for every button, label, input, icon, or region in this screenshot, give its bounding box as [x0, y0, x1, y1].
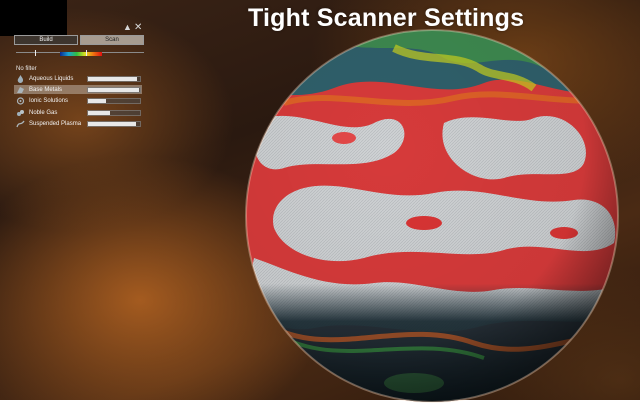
resource-row[interactable]: Ionic Solutions — [14, 96, 142, 105]
portrait-placeholder — [0, 0, 67, 36]
resource-scan-slider[interactable] — [87, 109, 141, 116]
resource-scan-slider-fill — [88, 98, 107, 103]
scan-range-max-handle[interactable] — [86, 50, 88, 56]
planet-scan-view[interactable] — [244, 28, 620, 404]
filter-label[interactable]: No filter — [16, 66, 37, 72]
plasma-icon — [16, 120, 25, 128]
resource-scan-slider-fill — [88, 110, 110, 115]
resource-scan-slider-fill — [88, 76, 138, 81]
resource-row[interactable]: Base Metals — [14, 85, 142, 94]
resource-scan-slider-fill — [88, 121, 136, 126]
resource-scan-slider[interactable] — [87, 120, 141, 127]
resource-label: Base Metals — [29, 86, 63, 93]
resource-label: Aqueous Liquids — [29, 75, 74, 82]
panel-close-icon[interactable]: ✕ — [134, 22, 142, 33]
gas-icon — [16, 109, 25, 117]
resource-row[interactable]: Noble Gas — [14, 108, 142, 117]
liquid-icon — [16, 74, 25, 83]
resource-label: Suspended Plasma — [29, 120, 82, 127]
resource-label: Noble Gas — [29, 109, 58, 116]
resource-scan-slider[interactable] — [87, 97, 141, 104]
ionic-icon — [16, 96, 25, 105]
mode-tabs: Build Scan — [14, 35, 144, 45]
resource-scan-slider[interactable] — [87, 75, 141, 82]
resource-scan-slider[interactable] — [87, 86, 141, 93]
resource-row[interactable]: Aqueous Liquids — [14, 74, 142, 83]
tab-build[interactable]: Build — [14, 35, 78, 45]
scan-range-gradient[interactable] — [60, 52, 102, 56]
tab-scan[interactable]: Scan — [80, 35, 144, 45]
resource-row[interactable]: Suspended Plasma — [14, 119, 142, 128]
scan-range-min-handle[interactable] — [35, 50, 37, 56]
resource-label: Ionic Solutions — [29, 97, 69, 104]
panel-lock-icon[interactable]: ▲ — [123, 22, 132, 32]
resource-scan-slider-fill — [88, 87, 139, 92]
metal-icon — [16, 86, 25, 94]
